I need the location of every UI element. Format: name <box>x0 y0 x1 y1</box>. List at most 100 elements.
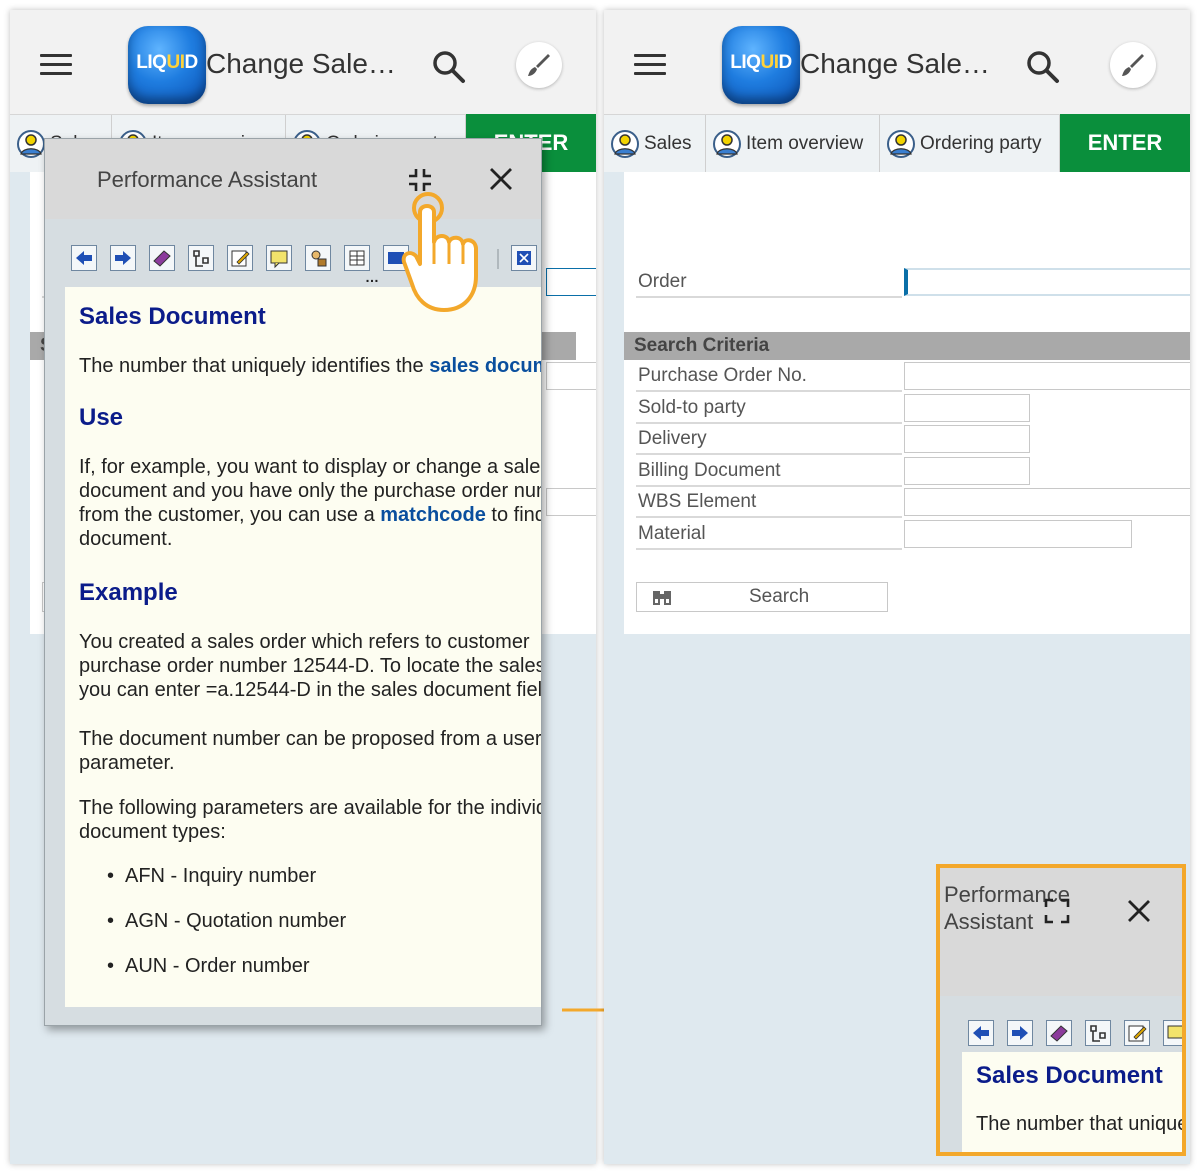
help-example-line: you can enter =a.12544-D in the sales do… <box>79 679 541 701</box>
field-label: Material <box>638 523 706 544</box>
field-label: Billing Document <box>638 460 781 481</box>
tab-label: Sales <box>644 133 692 154</box>
liquid-logo: LIQUID <box>722 26 800 104</box>
table-button[interactable] <box>344 245 370 271</box>
help-intro: The number that uniquely <box>976 1113 1186 1135</box>
brush-icon <box>1122 54 1144 76</box>
person-icon <box>611 130 639 158</box>
help-use-line: If, for example, you want to display or … <box>79 456 541 478</box>
hierarchy-icon <box>1090 1025 1106 1042</box>
book-button[interactable] <box>1046 1020 1072 1046</box>
menu-icon[interactable] <box>40 54 72 76</box>
app-bar: LIQUID Change Sale… <box>604 10 1190 114</box>
exit-button[interactable] <box>511 245 537 271</box>
help-use-line: document. <box>79 528 173 550</box>
help-param-line: parameter. <box>79 752 175 774</box>
back-button[interactable] <box>71 245 97 271</box>
enter-button[interactable]: ENTER <box>1060 114 1190 172</box>
tab-label: Item overview <box>746 133 864 154</box>
users-button[interactable] <box>305 245 331 271</box>
help-example-line: You created a sales order which refers t… <box>79 631 530 653</box>
edit-button[interactable] <box>1124 1020 1150 1046</box>
help-heading: Sales Document <box>79 303 266 330</box>
person-icon <box>887 130 915 158</box>
close-icon[interactable] <box>1126 898 1152 924</box>
separator <box>636 516 902 518</box>
help-use-line: document and you have only the purchase … <box>79 480 541 502</box>
hierarchy-icon <box>193 250 209 267</box>
search-icon[interactable] <box>432 50 466 84</box>
field-label: WBS Element <box>638 491 757 512</box>
book-button[interactable] <box>149 245 175 271</box>
field-label: Delivery <box>638 428 707 449</box>
help-use-line: from the customer, you can use a matchco… <box>79 504 541 526</box>
brush-icon <box>528 54 550 76</box>
separator <box>636 548 902 550</box>
person-icon <box>17 130 45 158</box>
app-bar: LIQUID Change Sale… <box>10 10 596 114</box>
forward-button[interactable] <box>1007 1020 1033 1046</box>
expand-icon[interactable] <box>1044 898 1070 924</box>
field-label: Purchase Order No. <box>638 365 807 386</box>
edit-icon <box>1128 1025 1147 1042</box>
tab-ordering-party[interactable]: Ordering party <box>880 115 1060 173</box>
hierarchy-button[interactable] <box>1085 1020 1111 1046</box>
material-input[interactable] <box>904 520 1132 548</box>
tap-hand-icon <box>401 192 478 312</box>
menu-icon[interactable] <box>634 54 666 76</box>
back-button[interactable] <box>968 1020 994 1046</box>
help-content: Sales Document The number that uniquely <box>962 1052 1186 1152</box>
search-icon[interactable] <box>1026 50 1060 84</box>
section-header: Search Criteria <box>624 332 1190 360</box>
search-button[interactable]: Search <box>636 582 888 612</box>
minimized-assistant-popup: Performance Assistant Sales Document The… <box>936 864 1186 1156</box>
edit-icon <box>231 250 250 267</box>
close-icon[interactable] <box>487 165 515 193</box>
arrow-left-icon <box>973 1026 989 1040</box>
brush-button[interactable] <box>1110 42 1156 88</box>
forward-button[interactable] <box>110 245 136 271</box>
popup-header: Performance Assistant <box>940 868 1182 996</box>
more-indicator[interactable]: … <box>365 269 379 285</box>
sold-to-party-input[interactable] <box>904 394 1030 422</box>
popup-toolbar <box>962 996 1182 1052</box>
order-input[interactable] <box>546 268 596 296</box>
order-input[interactable] <box>904 268 1190 296</box>
hierarchy-button[interactable] <box>188 245 214 271</box>
help-param-line: The document number can be proposed from… <box>79 728 541 750</box>
separator <box>636 422 902 424</box>
note-button[interactable] <box>266 245 292 271</box>
note-icon <box>1167 1025 1182 1039</box>
exit-icon <box>517 251 531 265</box>
sales-document-link[interactable]: sales document <box>429 355 541 377</box>
wbs-input[interactable] <box>546 488 596 516</box>
purchase-order-input[interactable] <box>904 362 1190 390</box>
field-label: Sold-to party <box>638 397 746 418</box>
users-icon <box>311 250 327 267</box>
separator <box>636 296 902 298</box>
separator <box>636 390 902 392</box>
help-intro: The number that uniquely identifies the … <box>79 354 541 379</box>
edit-button[interactable] <box>227 245 253 271</box>
note-button[interactable] <box>1163 1020 1182 1046</box>
delivery-input[interactable] <box>904 425 1030 453</box>
tab-item-overview[interactable]: Item overview <box>706 115 880 173</box>
list-item: AUN - Order number <box>107 955 309 978</box>
tab-sales[interactable]: Sales <box>604 115 706 173</box>
liquid-logo: LIQUID <box>128 26 206 104</box>
brush-button[interactable] <box>516 42 562 88</box>
arrow-right-icon <box>1012 1026 1028 1040</box>
toolbar-divider <box>497 249 499 269</box>
help-types-line: document types: <box>79 821 226 843</box>
binoculars-icon <box>653 591 671 605</box>
separator <box>636 453 902 455</box>
table-icon <box>349 250 365 266</box>
book-icon <box>1050 1025 1068 1042</box>
billing-document-input[interactable] <box>904 457 1030 485</box>
matchcode-link[interactable]: matchcode <box>380 504 486 526</box>
help-heading: Example <box>79 579 178 606</box>
purchase-order-input[interactable] <box>546 362 596 390</box>
wbs-element-input[interactable] <box>904 488 1190 516</box>
popup-title: Performance Assistant <box>97 167 318 192</box>
help-example-line: purchase order number 12544-D. To locate… <box>79 655 541 677</box>
